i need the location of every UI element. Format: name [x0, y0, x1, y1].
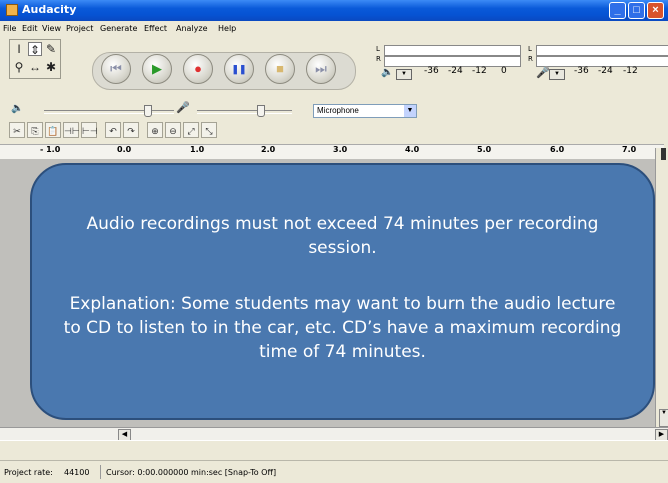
record-button[interactable]: ●	[183, 54, 213, 84]
tools-toolbar: I ⇕ ✎ ⚲ ↔ ✱	[9, 39, 61, 79]
output-scale-tick: -36	[424, 66, 439, 76]
fit-project-icon[interactable]: ⤡	[201, 122, 217, 138]
callout-explanation-text: Explanation: Some students may want to b…	[63, 294, 622, 362]
menu-bar: File Edit View Project Generate Effect A…	[0, 21, 668, 37]
ruler-tick-label: 5.0	[477, 145, 492, 154]
input-scale-tick: -24	[598, 66, 613, 76]
copy-icon[interactable]: ⎘	[27, 122, 43, 138]
undo-icon[interactable]: ↶	[105, 122, 121, 138]
minimize-button[interactable]: _	[609, 2, 626, 19]
maximize-button[interactable]: □	[628, 2, 645, 19]
ruler-tick-label: 2.0	[261, 145, 276, 154]
multi-tool-icon[interactable]: ✱	[44, 60, 58, 74]
output-volume-thumb[interactable]	[144, 105, 152, 117]
draw-tool-icon[interactable]: ✎	[44, 42, 58, 56]
ruler-tick-label: 7.0	[622, 145, 637, 154]
close-button[interactable]: ×	[647, 2, 664, 19]
output-meter-right-label: R	[376, 55, 381, 63]
ruler-tick-label: 3.0	[333, 145, 348, 154]
play-icon: ▶	[152, 61, 162, 76]
ruler-tick-label: - 1.0	[40, 145, 61, 154]
project-rate-label: Project rate:	[4, 468, 53, 477]
input-source-select[interactable]: Microphone ▼	[313, 104, 417, 118]
record-icon: ●	[194, 61, 202, 76]
audacity-app-icon	[6, 4, 18, 16]
menu-analyze[interactable]: Analyze	[176, 24, 208, 33]
info-callout: Audio recordings must not exceed 74 minu…	[30, 163, 655, 420]
trim-icon[interactable]: ⊣⊢	[63, 122, 80, 138]
status-bar: Project rate: 44100 Cursor: 0:00.000000 …	[0, 460, 668, 483]
output-volume-slider[interactable]	[44, 110, 174, 114]
input-volume-icon: 🎤	[176, 102, 190, 114]
input-meter-right-label: R	[528, 55, 533, 63]
horizontal-scrollbar[interactable]	[0, 427, 668, 441]
status-divider	[100, 465, 101, 479]
ruler-tick-label: 4.0	[405, 145, 420, 154]
vertical-scrollbar[interactable]	[655, 148, 668, 430]
output-scale-tick: -24	[448, 66, 463, 76]
input-meter-dropdown-icon[interactable]: ▼	[549, 69, 565, 80]
scroll-down-icon[interactable]: ▼	[659, 409, 668, 427]
audacity-window: Audacity _ □ × File Edit View Project Ge…	[0, 0, 668, 483]
edit-toolbar: ✂ ⎘ 📋 ⊣⊢ ⊢⊣ ↶ ↷ ⊕ ⊖ ⤢ ⤡	[9, 122, 309, 142]
fit-selection-icon[interactable]: ⤢	[183, 122, 199, 138]
redo-icon[interactable]: ↷	[123, 122, 139, 138]
selection-tool-icon[interactable]: I	[12, 42, 26, 56]
silence-icon[interactable]: ⊢⊣	[81, 122, 98, 138]
output-scale-tick: -12	[472, 66, 487, 76]
cut-icon[interactable]: ✂	[9, 122, 25, 138]
ruler-tick-label: 1.0	[190, 145, 205, 154]
menu-file[interactable]: File	[3, 24, 16, 33]
pause-icon: ❚❚	[231, 64, 247, 74]
input-source-value: Microphone	[317, 106, 359, 115]
window-title: Audacity	[22, 3, 77, 16]
zoom-in-icon[interactable]: ⊕	[147, 122, 163, 138]
title-bar: Audacity _ □ ×	[0, 0, 668, 21]
output-volume-icon: 🔈	[11, 103, 24, 114]
stop-button[interactable]: ■	[265, 54, 295, 84]
input-meter-left-label: L	[528, 45, 532, 53]
menu-help[interactable]: Help	[218, 24, 236, 33]
chevron-down-icon[interactable]: ▼	[404, 105, 416, 117]
ruler-tick-label: 6.0	[550, 145, 565, 154]
input-meter-left	[536, 45, 668, 56]
project-rate-value[interactable]: 44100	[64, 468, 89, 477]
output-scale-tick: 0	[501, 66, 507, 76]
zoom-tool-icon[interactable]: ⚲	[12, 60, 26, 74]
menu-project[interactable]: Project	[66, 24, 93, 33]
speaker-icon: 🔈	[381, 67, 394, 78]
menu-generate[interactable]: Generate	[100, 24, 137, 33]
pause-button[interactable]: ❚❚	[224, 54, 254, 84]
skip-to-end-icon: ⏭	[315, 61, 327, 76]
status-spacer	[0, 440, 668, 461]
input-scale-tick: -36	[574, 66, 589, 76]
input-scale-tick: -12	[623, 66, 638, 76]
output-meter-left	[384, 45, 521, 56]
stop-icon: ■	[276, 61, 284, 76]
skip-to-start-button[interactable]: ⏮	[101, 54, 131, 84]
callout-rule-text: Audio recordings must not exceed 74 minu…	[86, 214, 599, 258]
output-meter-left-label: L	[376, 45, 380, 53]
cursor-position: Cursor: 0:00.000000 min:sec [Snap-To Off…	[106, 468, 277, 477]
ruler-end-marker	[661, 148, 666, 160]
menu-edit[interactable]: Edit	[22, 24, 38, 33]
input-volume-slider[interactable]	[197, 110, 292, 114]
menu-effect[interactable]: Effect	[144, 24, 167, 33]
input-volume-thumb[interactable]	[257, 105, 265, 117]
ruler-tick-label: 0.0	[117, 145, 132, 154]
envelope-tool-icon[interactable]: ⇕	[28, 42, 42, 57]
timeline-ruler[interactable]: - 1.0 0.0 1.0 2.0 3.0 4.0 5.0 6.0 7.0	[0, 144, 664, 160]
meter-toolbar: L R 🔈 ▼ -36 -24 -12 0 L R 🎤 ▼ -36 -24 -1…	[373, 44, 668, 96]
play-button[interactable]: ▶	[142, 54, 172, 84]
microphone-icon: 🎤	[536, 66, 550, 79]
zoom-out-icon[interactable]: ⊖	[165, 122, 181, 138]
menu-view[interactable]: View	[42, 24, 61, 33]
skip-to-end-button[interactable]: ⏭	[306, 54, 336, 84]
skip-to-start-icon: ⏮	[110, 61, 122, 76]
paste-icon[interactable]: 📋	[45, 122, 61, 138]
output-meter-dropdown-icon[interactable]: ▼	[396, 69, 412, 80]
timeshift-tool-icon[interactable]: ↔	[28, 60, 42, 74]
